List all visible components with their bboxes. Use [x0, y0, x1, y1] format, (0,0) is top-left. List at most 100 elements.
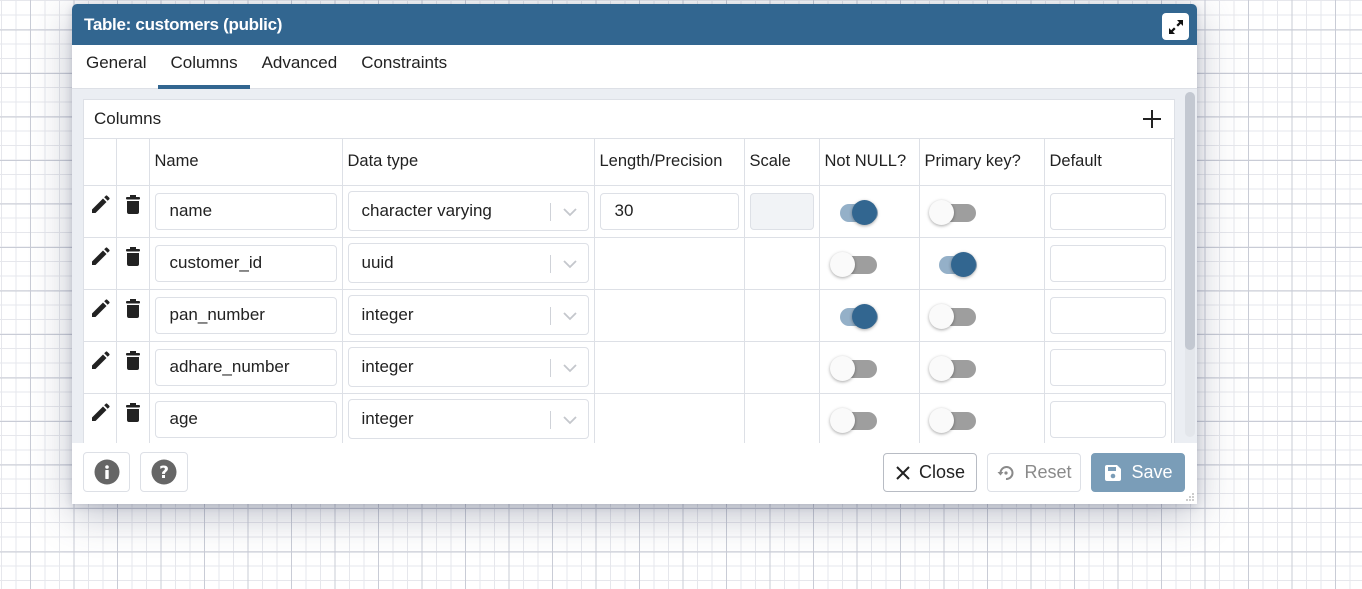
delete-trash-icon[interactable]: [125, 298, 141, 320]
data-type-select[interactable]: integer: [347, 295, 589, 335]
info-button[interactable]: [83, 452, 130, 492]
delete-cell: [116, 185, 150, 238]
primary-key-cell: [919, 289, 1045, 342]
data-type-cell: integer: [342, 289, 595, 342]
tab-general[interactable]: General: [74, 46, 158, 88]
scrollbar-thumb[interactable]: [1185, 92, 1195, 350]
delete-cell: [116, 341, 150, 394]
data-type-cell: character varying: [342, 185, 595, 238]
primary-key-toggle[interactable]: [928, 300, 979, 330]
toggle-knob: [950, 252, 976, 277]
data-type-select[interactable]: integer: [347, 347, 589, 387]
delete-trash-icon[interactable]: [125, 402, 141, 424]
edit-pencil-icon[interactable]: [89, 246, 111, 268]
help-button[interactable]: ?: [140, 452, 188, 492]
close-button[interactable]: Close: [883, 453, 977, 492]
toggle-knob: [851, 200, 877, 225]
primary-key-toggle[interactable]: [928, 352, 979, 382]
dialog-title: Table: customers (public): [84, 14, 283, 34]
toggle-knob: [928, 200, 954, 225]
chevron-down-icon[interactable]: [562, 257, 578, 271]
edit-cell: [84, 393, 117, 443]
not-null-toggle[interactable]: [829, 248, 880, 278]
column-name-input[interactable]: name: [154, 192, 337, 230]
delete-trash-icon[interactable]: [125, 350, 141, 372]
table-header-row: Name Data type Length/Precision Scale No…: [84, 139, 1172, 186]
header-primary-key: Primary key?: [919, 139, 1045, 186]
scale-cell: [744, 393, 820, 443]
data-type-cell: integer: [342, 393, 595, 443]
not-null-toggle[interactable]: [829, 404, 880, 434]
tab-bar: General Columns Advanced Constraints: [72, 45, 1197, 89]
resize-grip-icon[interactable]: [1185, 492, 1195, 502]
default-cell: [1044, 237, 1172, 290]
name-cell: name: [149, 185, 343, 238]
toggle-knob: [928, 356, 954, 381]
primary-key-toggle[interactable]: [928, 196, 979, 226]
toggle-knob: [928, 408, 954, 433]
toggle-knob: [829, 252, 855, 277]
column-name-input[interactable]: adhare_number: [154, 348, 337, 386]
plus-icon: [1143, 110, 1161, 128]
not-null-cell: [819, 289, 920, 342]
default-value-input[interactable]: [1049, 192, 1166, 230]
maximize-button[interactable]: [1162, 13, 1189, 40]
delete-trash-icon[interactable]: [125, 194, 141, 216]
edit-pencil-icon[interactable]: [89, 298, 111, 320]
default-cell: [1044, 289, 1172, 342]
reset-button[interactable]: Reset: [987, 453, 1081, 492]
header-default: Default: [1044, 139, 1172, 186]
name-cell: customer_id: [149, 237, 343, 290]
reset-icon: [997, 465, 1014, 480]
length-cell: [594, 289, 745, 342]
table-row: customer_id uuid: [84, 237, 1172, 290]
not-null-cell: [819, 237, 920, 290]
column-name-input[interactable]: age: [154, 400, 337, 438]
tab-advanced[interactable]: Advanced: [250, 46, 350, 88]
column-name-input[interactable]: customer_id: [154, 244, 337, 282]
edit-pencil-icon[interactable]: [89, 350, 111, 372]
edit-cell: [84, 185, 117, 238]
edit-pencil-icon[interactable]: [89, 402, 111, 424]
help-icon: ?: [151, 459, 177, 485]
chevron-down-icon[interactable]: [562, 309, 578, 323]
tab-constraints[interactable]: Constraints: [349, 46, 459, 88]
chevron-down-icon[interactable]: [562, 205, 578, 219]
default-value-input[interactable]: [1049, 400, 1166, 438]
add-column-button[interactable]: [1140, 107, 1164, 131]
save-button[interactable]: Save: [1091, 453, 1185, 492]
delete-trash-icon[interactable]: [125, 246, 141, 268]
table-row: pan_number integer: [84, 289, 1172, 342]
columns-panel-title: Columns: [94, 109, 162, 128]
length-cell: 30: [594, 185, 745, 238]
data-type-select[interactable]: integer: [347, 399, 589, 439]
info-icon: [94, 459, 119, 485]
select-separator: [549, 255, 551, 273]
scale-cell: [744, 237, 820, 290]
data-type-value: uuid: [361, 253, 394, 272]
edit-cell: [84, 341, 117, 394]
primary-key-cell: [919, 237, 1045, 290]
dialog-titlebar[interactable]: Table: customers (public): [72, 4, 1197, 45]
primary-key-toggle[interactable]: [928, 404, 979, 434]
vertical-scrollbar[interactable]: [1185, 92, 1195, 437]
data-type-select[interactable]: uuid: [347, 243, 589, 283]
edit-pencil-icon[interactable]: [89, 194, 111, 216]
chevron-down-icon[interactable]: [562, 413, 578, 427]
column-name-input[interactable]: pan_number: [154, 296, 337, 334]
primary-key-toggle[interactable]: [929, 248, 979, 278]
data-type-cell: uuid: [342, 237, 595, 290]
not-null-toggle[interactable]: [830, 196, 880, 226]
toggle-knob: [928, 304, 954, 329]
not-null-cell: [819, 341, 920, 394]
chevron-down-icon[interactable]: [562, 361, 578, 375]
save-label: Save: [1131, 462, 1173, 482]
data-type-select[interactable]: character varying: [347, 191, 589, 231]
not-null-toggle[interactable]: [829, 352, 880, 382]
not-null-toggle[interactable]: [830, 300, 880, 330]
default-value-input[interactable]: [1049, 244, 1166, 282]
default-value-input[interactable]: [1049, 348, 1166, 386]
tab-columns[interactable]: Columns: [158, 46, 250, 89]
length-input[interactable]: 30: [599, 192, 739, 230]
default-value-input[interactable]: [1049, 296, 1166, 334]
